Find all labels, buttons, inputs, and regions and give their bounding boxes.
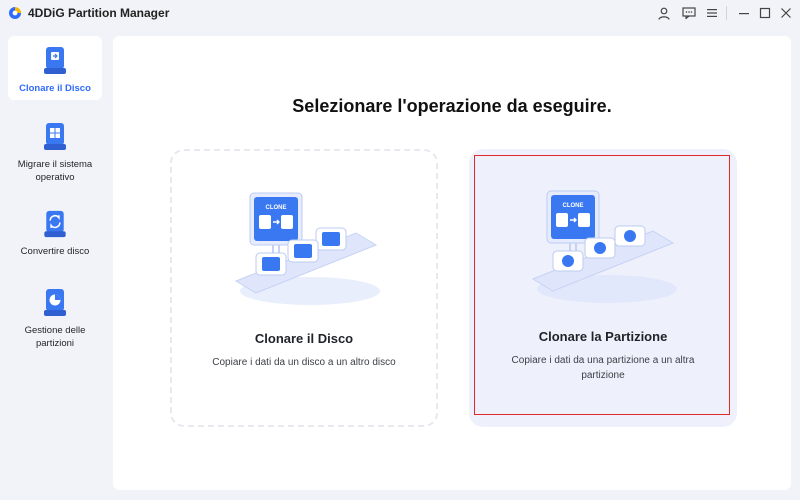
card-title: Clonare il Disco	[254, 331, 354, 346]
clone-disk-card[interactable]: CLONE Clonare il Disco Copiare i dati da…	[170, 149, 438, 427]
sidebar-item-migrate-os[interactable]: Migrare il sistema operativo	[8, 120, 102, 184]
maximize-icon[interactable]	[756, 4, 774, 22]
sidebar-item-label: Clonare il Disco	[19, 83, 91, 94]
sidebar-item-label: Convertire disco	[20, 246, 90, 257]
card-description: Copiare i dati da un disco a un altro di…	[212, 357, 396, 368]
main-panel: Selezionare l'operazione da eseguire. CL…	[113, 36, 791, 490]
feedback-icon[interactable]	[680, 4, 698, 22]
clone-partition-card[interactable]: CLONE Clonare la Partizione Copiare i da…	[469, 149, 737, 427]
clone-disk-illustration: CLONE	[234, 192, 380, 305]
sidebar-item-convert-disk[interactable]: Convertire disco	[8, 208, 102, 258]
user-icon[interactable]	[655, 4, 673, 22]
sidebar-item-clone-disk[interactable]: Clonare il Disco	[8, 36, 102, 100]
clone-disk-icon	[44, 47, 66, 74]
illustration-label: CLONE	[563, 203, 584, 209]
page-title: Selezionare l'operazione da eseguire.	[292, 96, 612, 116]
close-icon[interactable]	[777, 4, 795, 22]
title-bar: 4DDiG Partition Manager	[0, 0, 800, 28]
minimize-icon[interactable]	[735, 4, 753, 22]
clone-partition-illustration: CLONE	[531, 190, 677, 303]
sidebar-item-label: Gestione delle partizioni	[24, 325, 86, 349]
app-logo-icon	[9, 7, 21, 19]
card-description: Copiare i dati da una partizione a un al…	[511, 355, 695, 381]
app-title: 4DDiG Partition Manager	[28, 6, 170, 20]
titlebar-divider	[726, 6, 727, 20]
sidebar-item-partition-management[interactable]: Gestione delle partizioni	[8, 286, 102, 350]
migrate-os-icon	[44, 123, 66, 150]
illustration-label: CLONE	[266, 205, 287, 211]
card-title: Clonare la Partizione	[538, 329, 668, 344]
convert-disk-icon	[44, 210, 66, 238]
partition-management-icon	[44, 289, 66, 316]
menu-icon[interactable]	[703, 4, 721, 22]
sidebar: Clonare il Disco Migrare il sistema oper…	[0, 28, 110, 500]
sidebar-item-label: Migrare il sistema operativo	[17, 159, 93, 183]
